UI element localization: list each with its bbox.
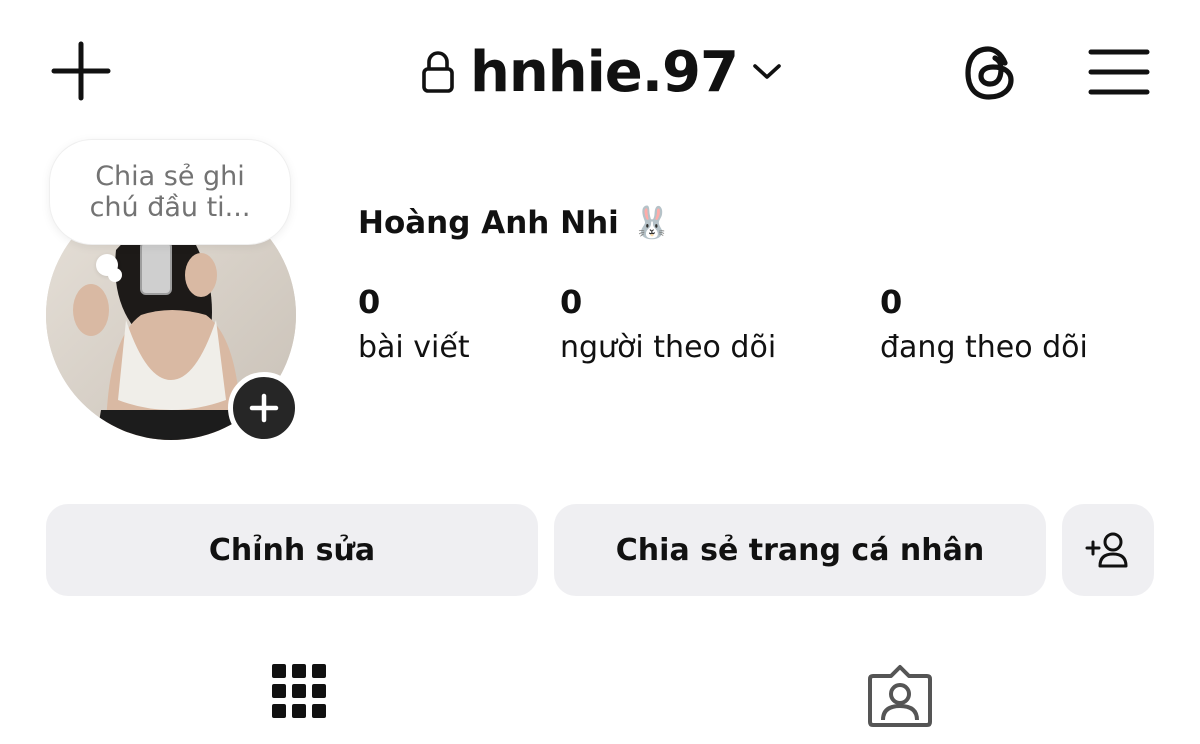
threads-button[interactable] — [958, 40, 1024, 106]
stat-following[interactable]: 0 đang theo dõi — [880, 282, 1088, 374]
plus-icon — [249, 393, 279, 423]
stat-followers-label: người theo dõi — [560, 330, 777, 365]
note-placeholder: Chia sẻ ghi chú đầu ti... — [89, 161, 251, 223]
stat-following-count: 0 — [880, 283, 903, 321]
add-person-icon — [1085, 532, 1128, 568]
grid-icon — [272, 664, 326, 718]
stat-posts-count: 0 — [358, 283, 381, 321]
plus-icon — [51, 41, 111, 101]
new-post-button[interactable] — [48, 38, 114, 104]
discover-people-button[interactable] — [1062, 504, 1154, 596]
add-story-button[interactable] — [228, 372, 300, 444]
full-name-text: Hoàng Anh Nhi — [358, 204, 619, 241]
note-bubble[interactable]: Chia sẻ ghi chú đầu ti... — [50, 140, 290, 244]
chevron-down-icon — [753, 64, 781, 79]
edit-profile-button[interactable]: Chỉnh sửa — [46, 504, 538, 596]
rabbit-emoji-icon: 🐰 — [632, 205, 672, 241]
tagged-person-icon — [868, 665, 932, 727]
tab-posts-grid[interactable] — [260, 652, 340, 744]
stat-posts: 0 bài viết — [358, 282, 470, 374]
account-switcher[interactable]: hnhie.97 — [420, 36, 782, 108]
threads-icon — [965, 46, 1014, 100]
stat-followers-count: 0 — [560, 283, 583, 321]
top-bar: hnhie.97 — [0, 0, 1200, 140]
full-name: Hoàng Anh Nhi 🐰 — [358, 204, 672, 242]
stat-followers[interactable]: 0 người theo dõi — [560, 282, 776, 374]
menu-button[interactable] — [1086, 42, 1152, 102]
stat-following-label: đang theo dõi — [880, 330, 1088, 365]
lock-icon — [422, 51, 454, 93]
share-profile-button[interactable]: Chia sẻ trang cá nhân — [554, 504, 1046, 596]
hamburger-menu-icon — [1088, 49, 1150, 95]
username: hnhie.97 — [470, 39, 739, 105]
tab-tagged[interactable] — [860, 652, 940, 744]
stat-posts-label: bài viết — [358, 330, 470, 365]
note-bubble-tail-small — [108, 268, 122, 282]
